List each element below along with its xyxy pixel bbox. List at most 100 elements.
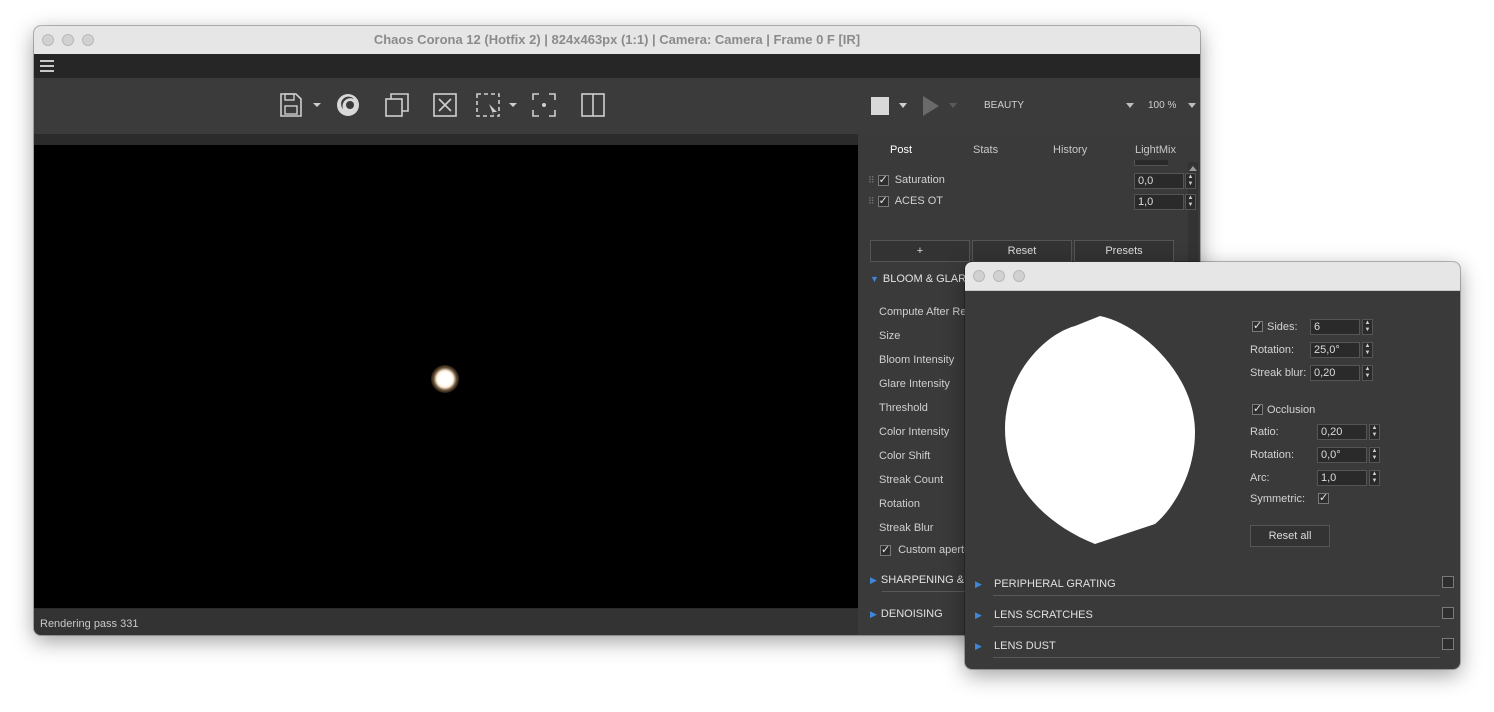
corona-logo-icon[interactable] — [335, 92, 361, 118]
drag-handle-icon[interactable]: ⠿ — [868, 196, 875, 206]
tab-history[interactable]: History — [1053, 144, 1087, 156]
menu-bar — [34, 54, 1200, 78]
bloom-param-size: Size — [879, 330, 901, 342]
saturation-value-field[interactable]: 0,0 — [1134, 173, 1184, 189]
bloom-glare-section-header[interactable]: ▼ BLOOM & GLARE — [870, 273, 973, 285]
collapsed-triangle-icon: ▶ — [870, 575, 877, 585]
lens-scratches-label: LENS SCRATCHES — [994, 609, 1093, 621]
peripheral-grating-checkbox[interactable] — [1442, 576, 1454, 588]
lens-scratches-section[interactable]: ▶ LENS SCRATCHES — [975, 601, 1454, 629]
peripheral-grating-section[interactable]: ▶ PERIPHERAL GRATING — [975, 570, 1454, 598]
render-viewport[interactable] — [34, 134, 858, 609]
saturation-checkbox[interactable] — [877, 173, 889, 186]
sides-checkbox[interactable] — [1252, 319, 1263, 332]
arc-label: Arc: — [1250, 472, 1270, 484]
symmetric-checkbox[interactable] — [1318, 491, 1329, 504]
sharpening-label: SHARPENING & B — [880, 574, 975, 586]
scroll-up-arrow[interactable] — [1189, 166, 1197, 171]
streak-blur-field[interactable]: 0,20 — [1310, 365, 1360, 381]
compare-icon[interactable] — [580, 92, 606, 118]
minimize-window-button[interactable] — [993, 270, 1005, 282]
zoom-window-button[interactable] — [1013, 270, 1025, 282]
collapsed-triangle-icon: ▶ — [975, 579, 982, 589]
streak-blur-stepper[interactable]: ▲ ▼ — [1362, 365, 1373, 381]
collapsed-triangle-icon: ▶ — [870, 609, 877, 619]
streak-blur-label: Streak blur: — [1250, 367, 1307, 379]
region-select-icon[interactable] — [475, 92, 519, 118]
bloom-param-compute-after: Compute After Re — [879, 306, 967, 318]
tab-stats[interactable]: Stats — [973, 144, 998, 156]
vfb-titlebar[interactable]: Chaos Corona 12 (Hotfix 2) | 824x463px (… — [34, 26, 1200, 55]
reset-button[interactable]: Reset — [972, 240, 1072, 262]
denoising-label: DENOISING — [880, 608, 943, 620]
aperture-shape-preview — [1005, 316, 1195, 544]
sides-field[interactable]: 6 — [1310, 319, 1360, 335]
play-dropdown-arrow[interactable] — [949, 103, 957, 108]
sides-stepper[interactable]: ▲ ▼ — [1362, 319, 1373, 335]
bloom-param-glare-intensity: Glare Intensity — [879, 378, 950, 390]
rotation-field[interactable]: 25,0° — [1310, 342, 1360, 358]
occlusion-rotation-stepper[interactable]: ▲ ▼ — [1369, 447, 1380, 463]
bloom-param-bloom-intensity: Bloom Intensity — [879, 354, 955, 366]
lens-dust-label: LENS DUST — [994, 640, 1056, 652]
rotation-stepper[interactable]: ▲ ▼ — [1362, 342, 1373, 358]
presets-button[interactable]: Presets — [1074, 240, 1174, 262]
section-divider — [993, 626, 1440, 627]
close-window-button[interactable] — [973, 270, 985, 282]
render-image[interactable] — [34, 145, 858, 608]
clear-icon[interactable] — [432, 92, 458, 118]
collapsed-triangle-icon: ▶ — [975, 610, 982, 620]
aperture-window: Sides: 6 ▲▼ Rotation: 25,0° ▲▼ Streak bl… — [965, 262, 1460, 669]
bloom-param-threshold: Threshold — [879, 402, 928, 414]
lens-dust-section[interactable]: ▶ LENS DUST — [975, 632, 1454, 660]
hamburger-menu-icon[interactable] — [40, 60, 54, 75]
occlusion-rotation-field[interactable]: 0,0° — [1317, 447, 1367, 463]
lens-scratches-checkbox[interactable] — [1442, 607, 1454, 619]
bloom-param-streak-blur: Streak Blur — [879, 522, 934, 534]
aces-stepper[interactable]: ▲ ▼ — [1185, 194, 1196, 210]
bloom-param-rotation: Rotation — [879, 498, 920, 510]
chevron-down-icon — [1126, 103, 1134, 108]
custom-aperture-checkbox[interactable] — [880, 543, 891, 556]
vfb-toolbar: BEAUTY 100 % — [34, 78, 1200, 134]
saturation-label: Saturation — [894, 174, 945, 186]
expanded-triangle-icon: ▼ — [870, 274, 879, 284]
aces-label: ACES OT — [894, 195, 944, 207]
ratio-field[interactable]: 0,20 — [1317, 424, 1367, 440]
occlusion-checkbox[interactable] — [1252, 402, 1263, 415]
denoising-section-header[interactable]: ▶ DENOISING — [870, 608, 943, 620]
arc-stepper[interactable]: ▲ ▼ — [1369, 470, 1380, 486]
peripheral-grating-label: PERIPHERAL GRATING — [994, 578, 1116, 590]
ratio-label: Ratio: — [1250, 426, 1279, 438]
occlusion-rotation-label: Rotation: — [1250, 449, 1295, 461]
zoom-select[interactable]: 100 % — [1148, 99, 1196, 115]
sharpening-section-header[interactable]: ▶ SHARPENING & B — [870, 574, 974, 586]
render-pass-select[interactable]: BEAUTY — [984, 99, 1134, 115]
copy-icon[interactable] — [384, 92, 410, 118]
focus-pick-icon[interactable] — [531, 92, 557, 118]
partial-row-top — [868, 160, 1168, 166]
save-icon[interactable] — [279, 92, 323, 118]
section-divider — [993, 595, 1440, 596]
light-source-glow — [431, 365, 459, 393]
occlusion-label: Occlusion — [1267, 404, 1316, 416]
ratio-stepper[interactable]: ▲ ▼ — [1369, 424, 1380, 440]
tab-lightmix[interactable]: LightMix — [1135, 144, 1176, 156]
symmetric-label: Symmetric: — [1250, 493, 1305, 505]
aces-value-field[interactable]: 1,0 — [1134, 194, 1184, 210]
reset-all-button[interactable]: Reset all — [1250, 525, 1330, 547]
stop-dropdown-arrow[interactable] — [899, 103, 907, 108]
bloom-glare-label: BLOOM & GLARE — [882, 273, 974, 285]
bloom-param-color-intensity: Color Intensity — [879, 426, 950, 438]
drag-handle-icon[interactable]: ⠿ — [868, 175, 875, 185]
tab-post[interactable]: Post — [890, 144, 912, 156]
lens-dust-checkbox[interactable] — [1442, 638, 1454, 650]
arc-field[interactable]: 1,0 — [1317, 470, 1367, 486]
saturation-stepper[interactable]: ▲ ▼ — [1185, 173, 1196, 189]
play-icon[interactable] — [923, 96, 939, 116]
aperture-titlebar[interactable] — [965, 262, 1460, 291]
render-pass-value: BEAUTY — [984, 100, 1025, 111]
stop-icon[interactable] — [871, 97, 889, 115]
add-operator-button[interactable]: + — [870, 240, 970, 262]
aces-checkbox[interactable] — [877, 194, 889, 207]
